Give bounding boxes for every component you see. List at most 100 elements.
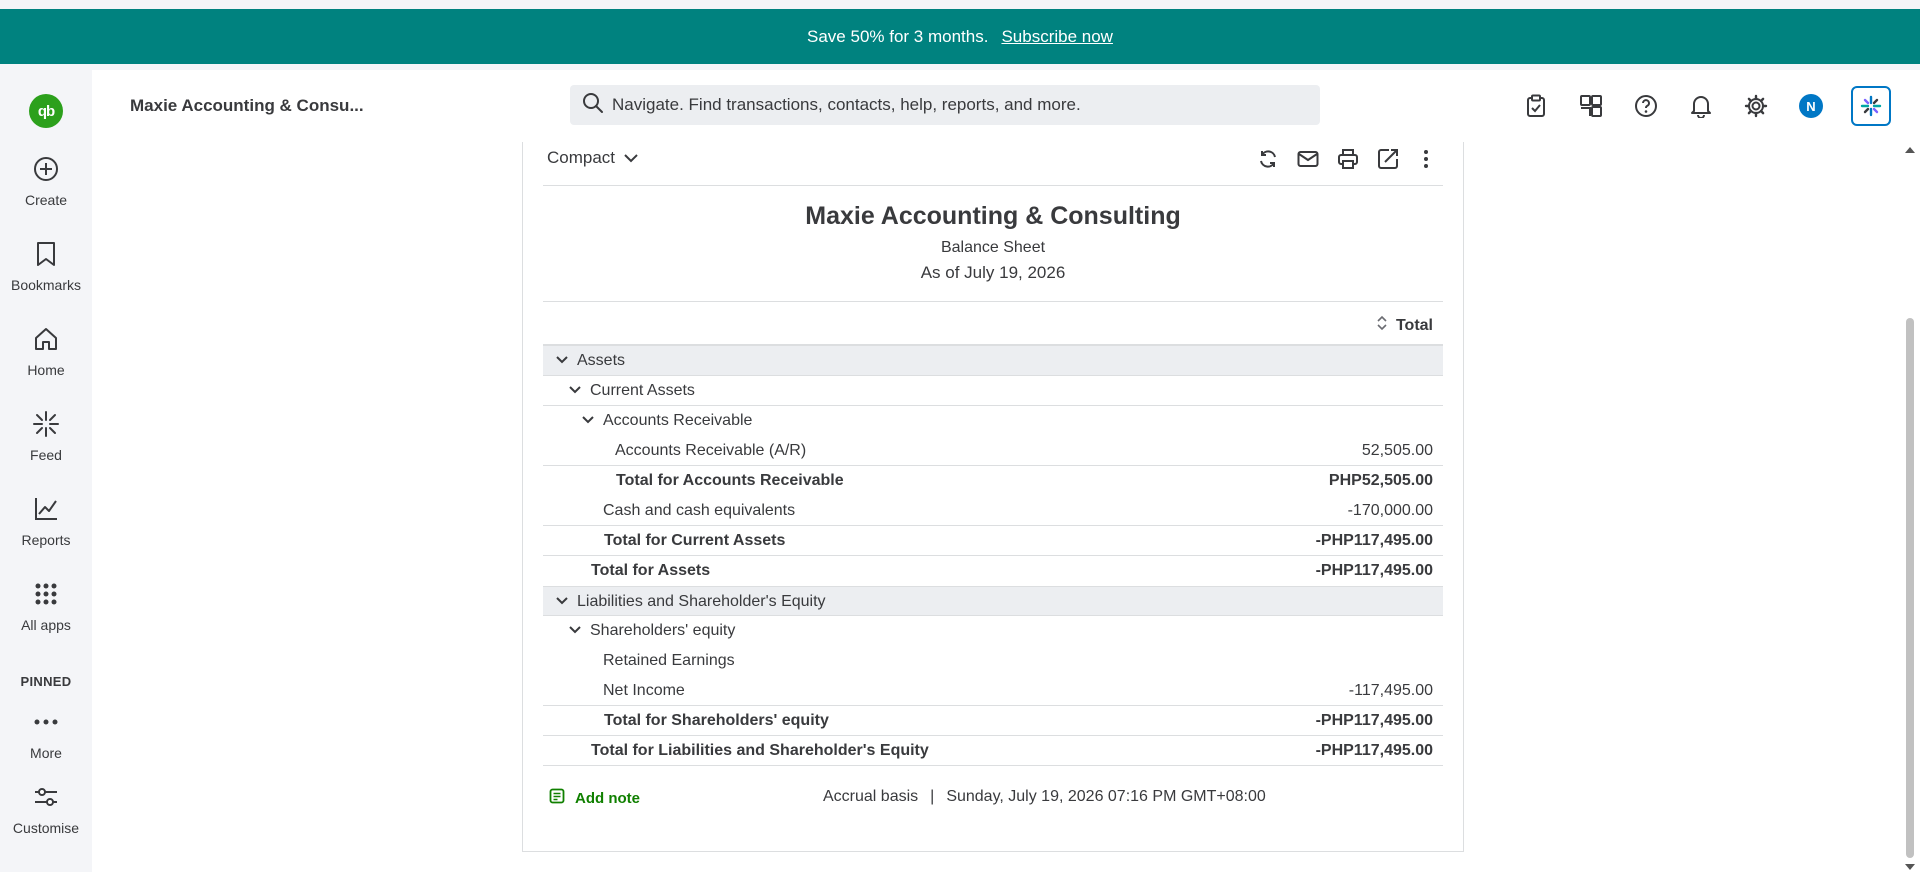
chevron-down-icon[interactable] xyxy=(568,622,590,640)
nav-label: More xyxy=(30,745,62,761)
ai-assistant-icon[interactable] xyxy=(1851,86,1891,126)
search-icon xyxy=(582,92,604,119)
main-panel: Maxie Accounting & Consu... Navigate. Fi… xyxy=(92,70,1920,872)
grid-dots-icon xyxy=(31,579,61,609)
nav-label: Customise xyxy=(12,820,80,836)
table-row: Total for Accounts Receivable PHP52,505.… xyxy=(543,466,1443,496)
table-row: Accounts Receivable xyxy=(543,406,1443,436)
gear-icon[interactable] xyxy=(1740,90,1772,122)
sliders-icon xyxy=(31,782,61,812)
report-title: Balance Sheet xyxy=(940,239,1046,256)
table-header: Total xyxy=(543,301,1443,346)
table-row: Cash and cash equivalents -170,000.00 xyxy=(543,496,1443,526)
task-clipboard-icon[interactable] xyxy=(1520,90,1552,122)
promo-text: Save 50% for 3 months. xyxy=(807,26,989,46)
nav-home[interactable]: Home xyxy=(0,324,92,378)
table-row: Liabilities and Shareholder's Equity xyxy=(543,586,1443,616)
more-dots-icon xyxy=(31,707,61,737)
table-row: Accounts Receivable (A/R) 52,505.00 xyxy=(543,436,1443,466)
refresh-icon[interactable] xyxy=(1255,146,1281,172)
nav-all-apps[interactable]: All apps xyxy=(0,579,92,633)
row-label: Current Assets xyxy=(590,382,695,399)
table-row: Shareholders' equity xyxy=(543,616,1443,646)
nav-create[interactable]: Create xyxy=(0,154,92,208)
row-amount[interactable]: -170,000.00 xyxy=(1348,502,1433,520)
row-label: Liabilities and Shareholder's Equity xyxy=(577,593,826,610)
table-row: Total for Liabilities and Shareholder's … xyxy=(543,736,1443,766)
row-amount[interactable]: -PHP117,495.00 xyxy=(1316,742,1433,760)
plus-circle-icon xyxy=(31,154,61,184)
scroll-down-arrow-icon[interactable] xyxy=(1905,864,1915,870)
avatar-initial: N xyxy=(1799,94,1823,118)
nav-label: Reports xyxy=(21,532,71,548)
more-vertical-icon[interactable] xyxy=(1413,146,1439,172)
table-row: Total for Shareholders' equity -PHP117,4… xyxy=(543,706,1443,736)
row-amount[interactable]: PHP52,505.00 xyxy=(1329,472,1433,490)
nav-more[interactable]: More xyxy=(0,707,92,761)
add-note-label: Add note xyxy=(575,789,640,807)
row-label[interactable]: Retained Earnings xyxy=(603,652,735,670)
chevron-down-icon[interactable] xyxy=(581,412,603,430)
note-icon xyxy=(549,788,575,808)
apps-switcher-icon[interactable] xyxy=(1575,90,1607,122)
row-amount[interactable]: -PHP117,495.00 xyxy=(1316,712,1433,730)
row-label: Total for Current Assets xyxy=(604,532,786,549)
bookmark-icon xyxy=(31,239,61,269)
row-amount[interactable]: 52,505.00 xyxy=(1362,442,1433,460)
table-row: Total for Current Assets -PHP117,495.00 xyxy=(543,526,1443,556)
row-label[interactable]: Cash and cash equivalents xyxy=(603,502,795,520)
report-content: Compact Maxie Accounting & Consulting Ba… xyxy=(92,142,1900,872)
help-icon[interactable] xyxy=(1630,90,1662,122)
chevron-down-icon[interactable] xyxy=(568,382,590,400)
report-company-name: Maxie Accounting & Consulting xyxy=(805,202,1181,230)
search-input[interactable]: Navigate. Find transactions, contacts, h… xyxy=(570,85,1320,125)
row-amount[interactable]: -PHP117,495.00 xyxy=(1316,562,1433,580)
add-note-button[interactable]: Add note xyxy=(549,788,640,808)
report-footer: Add note Accrual basis | Sunday, July 19… xyxy=(543,782,1443,812)
top-bar: Maxie Accounting & Consu... Navigate. Fi… xyxy=(92,70,1920,142)
row-amount[interactable]: -PHP117,495.00 xyxy=(1316,532,1433,550)
row-label: Total for Accounts Receivable xyxy=(616,472,844,489)
nav-feed[interactable]: Feed xyxy=(0,409,92,463)
row-label[interactable]: Net Income xyxy=(603,682,685,700)
table-row: Retained Earnings xyxy=(543,646,1443,676)
subscribe-link[interactable]: Subscribe now xyxy=(1001,27,1113,47)
bell-icon[interactable] xyxy=(1685,90,1717,122)
avatar[interactable]: N xyxy=(1795,90,1827,122)
feed-sparkle-icon xyxy=(31,409,61,439)
nav-label: All apps xyxy=(21,617,71,633)
row-label[interactable]: Accounts Receivable (A/R) xyxy=(615,442,806,460)
row-label: Accounts Receivable xyxy=(603,412,753,429)
column-label: Total xyxy=(1395,316,1433,334)
chevron-down-icon xyxy=(615,148,639,168)
email-icon[interactable] xyxy=(1295,146,1321,172)
nav-label: Feed xyxy=(30,447,62,463)
nav-customise[interactable]: Customise xyxy=(0,782,92,836)
table-row: Net Income -117,495.00 xyxy=(543,676,1443,706)
nav-bookmarks[interactable]: Bookmarks xyxy=(0,239,92,293)
row-amount[interactable]: -117,495.00 xyxy=(1349,682,1433,700)
scroll-up-arrow-icon[interactable] xyxy=(1905,147,1915,153)
nav-reports[interactable]: Reports xyxy=(0,494,92,548)
scrollbar-thumb[interactable] xyxy=(1906,318,1914,858)
report-timestamp: Sunday, July 19, 2026 07:16 PM GMT+08:00 xyxy=(946,788,1266,805)
export-icon[interactable] xyxy=(1375,146,1401,172)
nav-label: Create xyxy=(24,192,68,208)
company-name[interactable]: Maxie Accounting & Consu... xyxy=(130,96,364,116)
pinned-heading: PINNED xyxy=(20,674,72,689)
column-total-header[interactable]: Total xyxy=(1377,315,1433,336)
quickbooks-logo[interactable]: qb xyxy=(29,94,63,128)
print-icon[interactable] xyxy=(1335,146,1361,172)
search-placeholder: Navigate. Find transactions, contacts, h… xyxy=(612,95,1081,114)
nav-label: Bookmarks xyxy=(10,277,82,293)
chevron-down-icon[interactable] xyxy=(555,593,577,611)
chevron-down-icon[interactable] xyxy=(555,352,577,370)
view-dropdown[interactable]: Compact xyxy=(547,148,639,168)
report-table: Total Assets Current Assets Accounts Rec… xyxy=(543,301,1443,766)
report-header: Maxie Accounting & Consulting Balance Sh… xyxy=(543,202,1443,283)
page-scrollbar[interactable] xyxy=(1900,142,1920,872)
row-label: Assets xyxy=(577,352,626,369)
table-row: Assets xyxy=(543,346,1443,376)
report-basis: Accrual basis | Sunday, July 19, 2026 07… xyxy=(823,788,1266,806)
row-label: Total for Shareholders' equity xyxy=(604,712,829,729)
